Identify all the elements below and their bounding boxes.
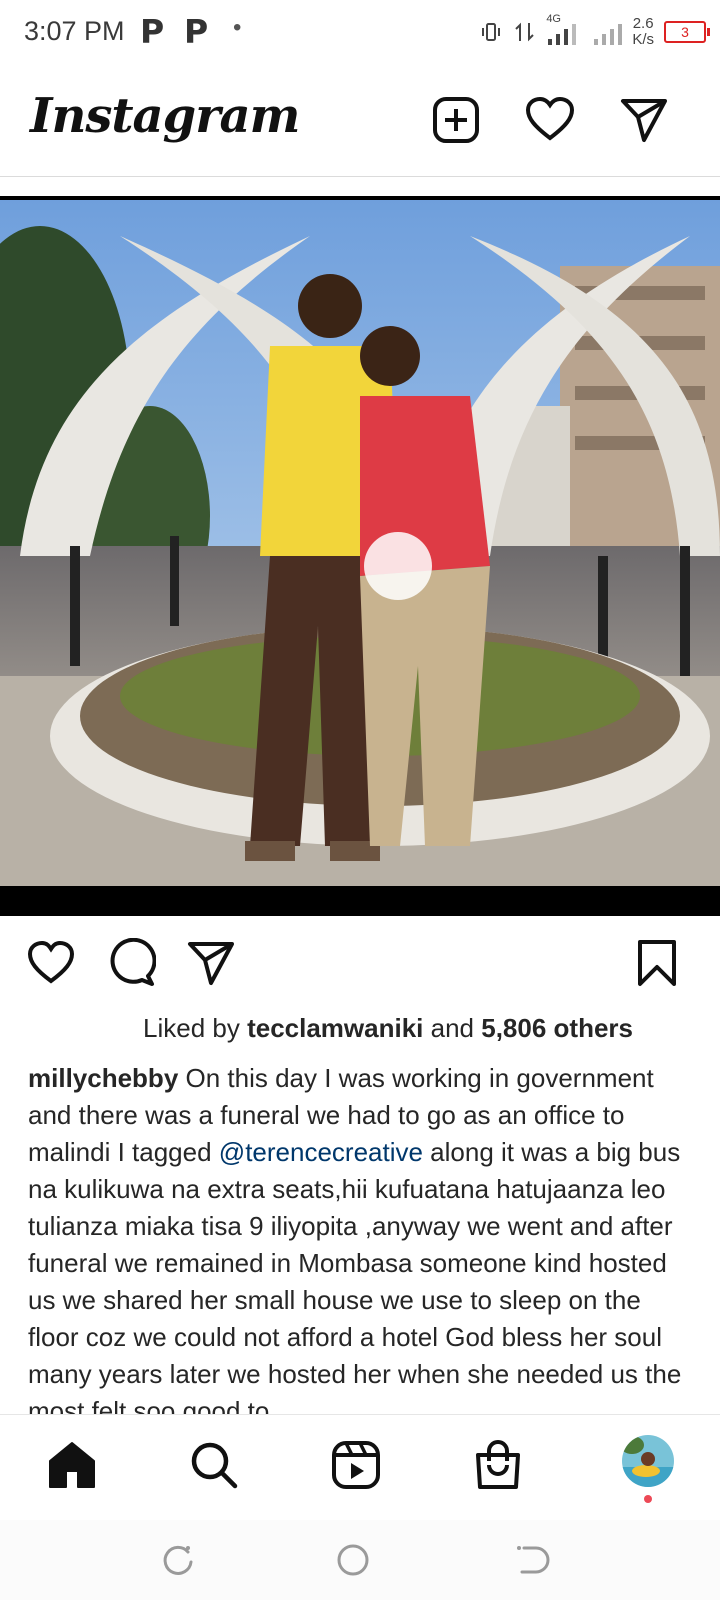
liked-by-and: and xyxy=(430,1013,475,1043)
network-speed: 2.6 K/s xyxy=(632,15,654,48)
home-icon[interactable] xyxy=(46,1439,98,1491)
vibrate-icon xyxy=(482,23,501,41)
app-header: Instagram xyxy=(0,64,720,177)
instagram-logo[interactable]: Instagram xyxy=(30,88,300,144)
notification-dot xyxy=(644,1495,652,1503)
like-icon[interactable] xyxy=(26,938,76,988)
status-indicators: 4G 2.6 K/s 3 xyxy=(478,12,710,52)
search-icon[interactable] xyxy=(188,1439,240,1491)
bookmark-icon[interactable] xyxy=(632,938,682,988)
recent-apps-icon[interactable] xyxy=(158,1540,198,1580)
reels-icon[interactable] xyxy=(330,1439,382,1491)
liked-by-label: Liked by xyxy=(143,1013,240,1043)
caption-text: along it was a big bus na kulikuwa na ex… xyxy=(28,1137,682,1414)
post-image xyxy=(0,200,720,916)
caption-username[interactable]: millychebby xyxy=(28,1063,178,1093)
likes-count-link[interactable]: 5,806 others xyxy=(481,1013,633,1043)
more-notifications-dot: • xyxy=(233,14,242,41)
avatar-image xyxy=(622,1435,674,1487)
post-caption: millychebby On this day I was working in… xyxy=(28,1060,698,1414)
home-button-icon[interactable] xyxy=(333,1540,373,1580)
post-photo[interactable] xyxy=(0,196,720,916)
signal-strength-icon: 4G xyxy=(546,13,582,47)
status-time: 3:07 PM xyxy=(24,16,125,46)
app-notification-icon: P xyxy=(140,12,165,51)
likes-summary[interactable]: Liked by tecclamwaniki and 5,806 others xyxy=(0,1013,720,1044)
caption-mention-link[interactable]: @terencecreative xyxy=(219,1137,423,1167)
heart-icon[interactable] xyxy=(524,94,576,146)
liked-by-user-link[interactable]: tecclamwaniki xyxy=(247,1013,423,1043)
direct-message-icon[interactable] xyxy=(618,94,670,146)
profile-avatar[interactable] xyxy=(622,1435,674,1487)
status-bar: 3:07 PM P P • 4G 2.6 K/s 3 xyxy=(0,0,720,64)
share-icon[interactable] xyxy=(186,938,236,988)
data-transfer-icon xyxy=(515,22,535,42)
back-icon[interactable] xyxy=(512,1540,552,1580)
new-post-icon[interactable] xyxy=(430,94,482,146)
bottom-navigation xyxy=(0,1414,720,1521)
shop-icon[interactable] xyxy=(472,1439,524,1491)
system-navigation-bar xyxy=(0,1520,720,1600)
battery-icon: 3 xyxy=(664,21,710,43)
signal-strength-2-icon xyxy=(594,24,623,45)
comment-icon[interactable] xyxy=(106,938,156,988)
app-notification-icon: P xyxy=(184,12,209,51)
